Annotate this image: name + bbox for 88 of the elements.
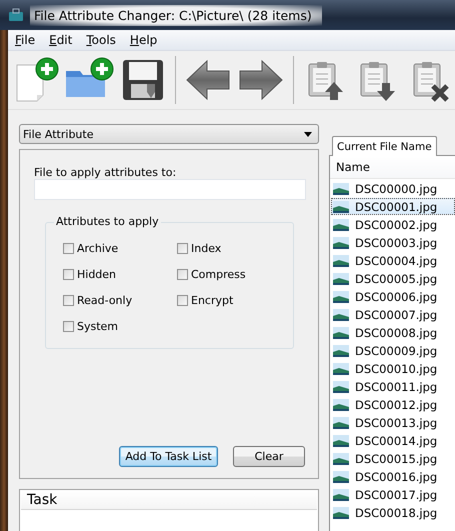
- file-name: DSC00007.jpg: [355, 308, 438, 322]
- field-label: File to apply attributes to:: [34, 166, 176, 179]
- image-file-icon: [333, 200, 349, 212]
- file-row[interactable]: DSC00017.jpg: [331, 486, 455, 503]
- file-row[interactable]: DSC00008.jpg: [331, 324, 455, 341]
- image-file-icon: [333, 344, 349, 356]
- file-row[interactable]: DSC00009.jpg: [331, 342, 455, 359]
- file-name: DSC00017.jpg: [355, 488, 438, 502]
- add-to-task-button[interactable]: Add To Task List: [119, 446, 218, 467]
- briefcase-icon: [8, 8, 24, 22]
- image-file-icon: [333, 416, 349, 428]
- file-row[interactable]: DSC00003.jpg: [331, 234, 455, 251]
- checkbox[interactable]: [177, 268, 188, 280]
- file-name: DSC00015.jpg: [355, 452, 438, 466]
- dropdown-caret-icon: [304, 132, 312, 136]
- file-name: DSC00016.jpg: [355, 470, 438, 484]
- image-file-icon: [333, 326, 349, 338]
- file-row[interactable]: DSC00012.jpg: [331, 396, 455, 413]
- image-file-icon: [333, 380, 349, 392]
- clear-button[interactable]: Clear: [233, 446, 305, 467]
- menu-item[interactable]: Tools: [79, 33, 123, 47]
- checkbox[interactable]: [177, 242, 188, 254]
- file-name: DSC00009.jpg: [355, 344, 438, 358]
- checkbox-label: Archive: [77, 242, 118, 254]
- file-row[interactable]: DSC00006.jpg: [331, 288, 455, 305]
- checkbox-label: Encrypt: [191, 294, 234, 306]
- file-row[interactable]: DSC00018.jpg: [331, 504, 455, 521]
- file-row[interactable]: DSC00004.jpg: [331, 252, 455, 269]
- file-row[interactable]: DSC00011.jpg: [331, 378, 455, 395]
- file-name: DSC00003.jpg: [355, 236, 438, 250]
- image-file-icon: [333, 452, 349, 464]
- checkbox-label: Index: [191, 242, 222, 254]
- file-row[interactable]: DSC00000.jpg: [331, 180, 455, 197]
- file-name: DSC00013.jpg: [355, 416, 438, 430]
- image-file-icon: [333, 470, 349, 482]
- file-row[interactable]: DSC00013.jpg: [331, 414, 455, 431]
- checkbox[interactable]: [63, 242, 74, 254]
- file-name: DSC00010.jpg: [355, 362, 438, 376]
- checkbox[interactable]: [177, 294, 188, 306]
- image-file-icon: [333, 254, 349, 266]
- checkbox[interactable]: [63, 320, 74, 332]
- file-name: DSC00014.jpg: [355, 434, 438, 448]
- checkbox[interactable]: [63, 294, 74, 306]
- image-file-icon: [333, 488, 349, 500]
- file-name: DSC00000.jpg: [355, 182, 438, 196]
- file-row[interactable]: DSC00015.jpg: [331, 450, 455, 467]
- file-name: DSC00018.jpg: [355, 506, 438, 520]
- mode-dropdown[interactable]: File Attribute: [19, 124, 319, 144]
- checkbox-label: System: [77, 320, 118, 332]
- file-row[interactable]: DSC00001.jpg: [331, 198, 455, 215]
- file-name: DSC00006.jpg: [355, 290, 438, 304]
- menu-item[interactable]: Edit: [42, 33, 80, 47]
- right-arrow-icon[interactable]: [238, 59, 284, 101]
- column-header[interactable]: Task: [21, 491, 317, 510]
- image-file-icon: [333, 182, 349, 194]
- checkbox-label: Hidden: [77, 268, 116, 280]
- menu-item[interactable]: Help: [122, 33, 164, 47]
- left-arrow-icon[interactable]: [185, 59, 232, 101]
- image-file-icon: [333, 506, 349, 518]
- image-file-icon: [333, 434, 349, 446]
- image-file-icon: [333, 272, 349, 284]
- file-name: DSC00005.jpg: [355, 272, 438, 286]
- file-row[interactable]: DSC00005.jpg: [331, 270, 455, 287]
- file-name: DSC00001.jpg: [355, 200, 438, 214]
- file-row[interactable]: DSC00016.jpg: [331, 468, 455, 485]
- checkbox-label: Compress: [191, 268, 246, 280]
- file-name: DSC00004.jpg: [355, 254, 438, 268]
- file-name: DSC00002.jpg: [355, 218, 438, 232]
- checkbox-label: Read-only: [77, 294, 132, 306]
- file-row[interactable]: DSC00010.jpg: [331, 360, 455, 377]
- file-input-field[interactable]: [34, 179, 306, 200]
- image-file-icon: [333, 236, 349, 248]
- tab[interactable]: Current File Name: [332, 136, 437, 156]
- image-file-icon: [333, 362, 349, 374]
- file-row[interactable]: DSC00007.jpg: [331, 306, 455, 323]
- checkbox[interactable]: [63, 268, 74, 280]
- image-file-icon: [333, 290, 349, 302]
- window-title: File Attribute Changer: C:\Picture\ (28 items): [30, 4, 322, 26]
- file-row[interactable]: DSC00014.jpg: [331, 432, 455, 449]
- image-file-icon: [333, 308, 349, 320]
- image-file-icon: [333, 218, 349, 230]
- menu-item[interactable]: File: [8, 33, 42, 47]
- groupbox-title: Attributes to apply: [54, 215, 161, 228]
- file-row[interactable]: DSC00002.jpg: [331, 216, 455, 233]
- file-name: DSC00008.jpg: [355, 326, 438, 340]
- file-name: DSC00011.jpg: [355, 380, 438, 394]
- file-name: DSC00012.jpg: [355, 398, 438, 412]
- image-file-icon: [333, 398, 349, 410]
